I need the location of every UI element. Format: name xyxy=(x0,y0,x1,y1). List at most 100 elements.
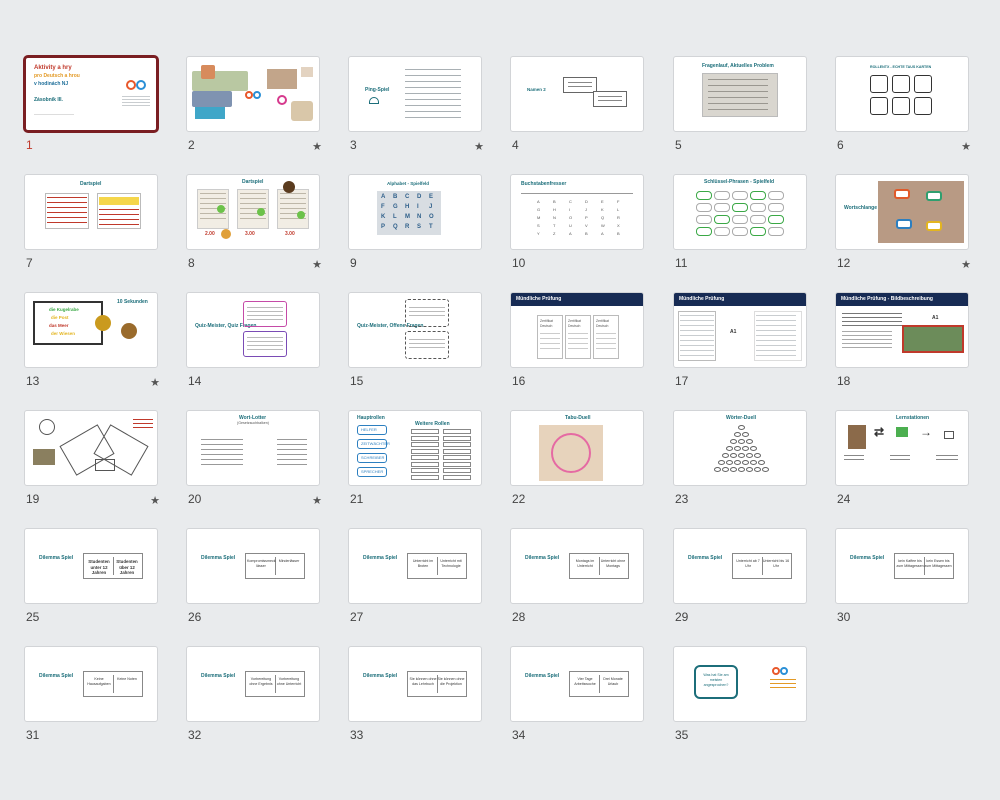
slide-thumbnail-23[interactable]: Wörter-Duell 23 xyxy=(673,410,807,510)
slide-thumbnail-31[interactable]: Dilemma Spiel Keine Hausaufgaben Keine Not… xyxy=(24,646,158,746)
slide-preview[interactable]: Schlüssel-Phrasen - Spielfeld xyxy=(673,174,807,250)
slide-thumbnail-13[interactable]: 10 Sekunden die Kugelrabe die Post das Meer… xyxy=(24,292,160,392)
slide-thumbnail-33[interactable]: Dilemma Spiel Sie können ohne das Lehrbuc… xyxy=(348,646,482,746)
slide-preview[interactable]: Hauptrollen Weitere Rollen HELFER ZEITWÄCHT… xyxy=(348,410,482,486)
slide-thumbnail-29[interactable]: Dilemma Spiel Unterricht ab 7 Uhr Unterric… xyxy=(673,528,807,628)
slide-thumbnail-30[interactable]: Dilemma Spiel kein Kaffee bis zum Mittage… xyxy=(835,528,969,628)
slide-thumbnail-26[interactable]: Dilemma Spiel Kompromissmeck lässer Minder… xyxy=(186,528,320,628)
slide-thumbnail-22[interactable]: Tabu-Duell 22 xyxy=(510,410,644,510)
slide-thumbnail-8[interactable]: Dartspiel 2.00 3.00 3.00 8 ★ xyxy=(186,174,322,274)
slide-thumbnail-7[interactable]: Dartspiel 7 xyxy=(24,174,158,274)
slide-number: 33 xyxy=(350,728,364,742)
slide-thumbnail-17[interactable]: Mündliche Prüfung A1 17 xyxy=(673,292,807,392)
slide-preview[interactable]: Dilemma Spiel Keine Hausaufgaben Keine Not… xyxy=(24,646,158,722)
slide-thumbnail-20[interactable]: Wort-Lotter (Gesetzsuchbalken) 20 ★ xyxy=(186,410,322,510)
slide-thumbnail-3[interactable]: Ping-Spiel 3 ★ xyxy=(348,56,484,156)
slide-preview[interactable]: 10 Sekunden die Kugelrabe die Post das Meer… xyxy=(24,292,158,368)
slide-thumbnail-1[interactable]: Aktivity a hry pro Deutsch a hrou v hodiná… xyxy=(23,55,159,156)
slide-preview[interactable]: ROLLENTX - ECHTE TAUS KARTEN xyxy=(835,56,969,132)
text-line xyxy=(240,193,266,194)
slide-preview[interactable]: Tabu-Duell xyxy=(510,410,644,486)
slide-preview[interactable]: Fragenlauf, Aktuelles Problem xyxy=(673,56,807,132)
grid-letter: X xyxy=(617,223,620,228)
slide-thumbnail-32[interactable]: Dilemma Spiel Vorbereitung ohne Ergebnis V… xyxy=(186,646,320,746)
slide-preview[interactable]: Wörter-Duell xyxy=(673,410,807,486)
text-line xyxy=(122,102,150,103)
role-label: SCHREIBER xyxy=(361,455,385,460)
text-line xyxy=(409,311,445,312)
slide-number: 11 xyxy=(675,256,688,270)
slide-thumbnail-35[interactable]: Was hat Sie am meisten angesprochen? 35 xyxy=(673,646,807,746)
slide-preview[interactable]: Dilemma Spiel Montags im Unterricht Unterr… xyxy=(510,528,644,604)
slide-thumbnail-5[interactable]: Fragenlauf, Aktuelles Problem 5 xyxy=(673,56,807,156)
text-line xyxy=(770,679,796,680)
text-line xyxy=(708,103,768,104)
slide-preview[interactable] xyxy=(186,56,320,132)
slide-thumbnail-6[interactable]: ROLLENTX - ECHTE TAUS KARTEN 6 ★ xyxy=(835,56,971,156)
slide-preview[interactable]: Dilemma Spiel kein Kaffee bis zum Mittage… xyxy=(835,528,969,604)
slide-preview[interactable]: Aktivity a hry pro Deutsch a hrou v hodiná… xyxy=(23,55,159,133)
slide-thumbnail-21[interactable]: Hauptrollen Weitere Rollen HELFER ZEITWÄCHT… xyxy=(348,410,482,510)
role-item xyxy=(443,474,471,480)
slide-preview[interactable]: Ping-Spiel xyxy=(348,56,482,132)
slide-thumbnail-16[interactable]: Mündliche Prüfung Zertifikat Deutsch Zerti… xyxy=(510,292,644,392)
text-line xyxy=(201,459,243,460)
quiz-card xyxy=(405,299,449,327)
slide-title: Hauptrollen xyxy=(357,415,385,421)
slide-thumbnail-24[interactable]: Lernstationen ⇄ → 24 xyxy=(835,410,969,510)
slide-thumbnail-14[interactable]: Quiz-Meister, Quiz Fragen 14 xyxy=(186,292,320,392)
slide-sorter-grid: Aktivity a hry pro Deutsch a hrou v hodiná… xyxy=(0,0,1000,800)
slide-thumbnail-25[interactable]: Dilemma Spiel Studenten unter 12 Jahren St… xyxy=(24,528,158,628)
slide-thumbnail-2[interactable]: 2 ★ xyxy=(186,56,322,156)
text-line xyxy=(247,315,283,316)
role-item xyxy=(443,442,471,447)
slide-thumbnail-34[interactable]: Dilemma Spiel Vier Tage Arbeitswoche Drei … xyxy=(510,646,644,746)
slide-preview[interactable]: Buchstabenfresser A B C D E F G H I J K L M N O P Q R S T U V W… xyxy=(510,174,644,250)
slide-preview[interactable] xyxy=(24,410,158,486)
slide-preview[interactable]: Dilemma Spiel Vorbereitung ohne Ergebnis V… xyxy=(186,646,320,722)
slide-preview[interactable]: Quiz-Meister, Quiz Fragen xyxy=(186,292,320,368)
slide-preview[interactable]: Dilemma Spiel Unterricht ab 7 Uhr Unterric… xyxy=(673,528,807,604)
slide-preview[interactable]: Was hat Sie am meisten angesprochen? xyxy=(673,646,807,722)
alphabet-letter: C xyxy=(405,194,410,200)
slide-preview[interactable]: Namen 2 xyxy=(510,56,644,132)
slide-thumbnail-28[interactable]: Dilemma Spiel Montags im Unterricht Unterr… xyxy=(510,528,644,628)
slide-preview[interactable]: Mündliche Prüfung A1 xyxy=(673,292,807,368)
text-line xyxy=(201,449,243,450)
text-line xyxy=(770,687,796,688)
slide-preview[interactable]: Dilemma Spiel Sie können ohne das Lehrbuc… xyxy=(348,646,482,722)
role-item xyxy=(411,468,439,473)
slide-preview[interactable]: Dilemma Spiel Studenten unter 12 Jahren St… xyxy=(24,528,158,604)
slide-thumbnail-19[interactable]: 19 ★ xyxy=(24,410,160,510)
slide-preview[interactable]: Dilemma Spiel Unterricht im Broten Unterri… xyxy=(348,528,482,604)
slide-preview[interactable]: Wort-Lotter (Gesetzsuchbalken) xyxy=(186,410,320,486)
phrase-cell xyxy=(696,227,712,236)
slide-thumbnail-10[interactable]: Buchstabenfresser A B C D E F G H I J K L M N O P Q R S T U V W… xyxy=(510,174,644,274)
slide-preview[interactable]: Mündliche Prüfung - Bildbeschreibung A1 xyxy=(835,292,969,368)
slide-preview[interactable]: Dartspiel xyxy=(24,174,158,250)
slide-thumbnail-15[interactable]: Quiz-Meister, Offene Fragen 15 xyxy=(348,292,482,392)
slide-preview[interactable]: Mündliche Prüfung Zertifikat Deutsch Zerti… xyxy=(510,292,644,368)
text-line xyxy=(409,315,445,316)
phrase-cell xyxy=(750,191,766,200)
slide-preview[interactable]: Dartspiel 2.00 3.00 3.00 xyxy=(186,174,320,250)
slide-preview[interactable]: Quiz-Meister, Offene Fragen xyxy=(348,292,482,368)
slide-preview[interactable]: Lernstationen ⇄ → xyxy=(835,410,969,486)
slide-thumbnail-11[interactable]: Schlüssel-Phrasen - Spielfeld 11 xyxy=(673,174,807,274)
slide-thumbnail-12[interactable]: Wortschlange 12 ★ xyxy=(835,174,971,274)
target-box xyxy=(944,431,954,439)
slide-thumbnail-18[interactable]: Mündliche Prüfung - Bildbeschreibung A1 18 xyxy=(835,292,969,392)
hex-cell xyxy=(718,460,725,465)
slide-preview[interactable]: Dilemma Spiel Kompromissmeck lässer Minder… xyxy=(186,528,320,604)
slide-preview[interactable]: Alphabet - Spielfeld A B C D E F G H I J K L M N O P Q R S T xyxy=(348,174,482,250)
slide-preview[interactable]: Wortschlange xyxy=(835,174,969,250)
hex-cell xyxy=(730,467,737,472)
slide-title: Dilemma Spiel xyxy=(688,555,723,561)
slide-thumbnail-4[interactable]: Namen 2 4 xyxy=(510,56,644,156)
slide-preview[interactable]: Dilemma Spiel Vier Tage Arbeitswoche Drei … xyxy=(510,646,644,722)
slide-thumbnail-9[interactable]: Alphabet - Spielfeld A B C D E F G H I J K L M N O P Q R S T… xyxy=(348,174,482,274)
role-card xyxy=(870,75,888,93)
text-line xyxy=(756,315,796,316)
arrow-icon: → xyxy=(920,425,932,439)
slide-thumbnail-27[interactable]: Dilemma Spiel Unterricht im Broten Unterri… xyxy=(348,528,482,628)
